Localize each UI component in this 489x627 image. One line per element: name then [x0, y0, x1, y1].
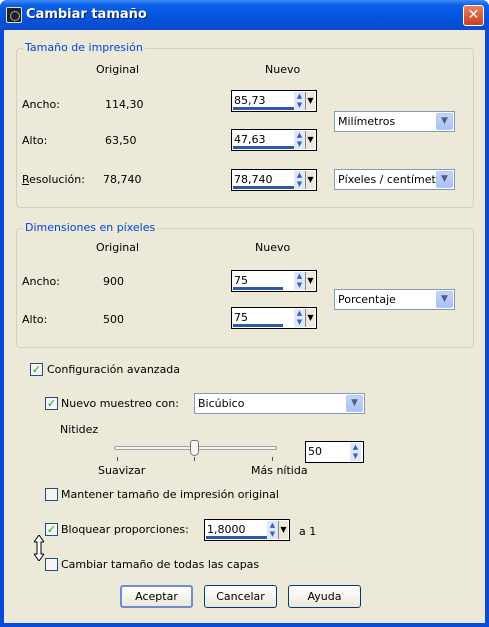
chevron-down-icon[interactable]: ▼ [436, 291, 453, 308]
resample-label[interactable]: Nuevo muestreo con: [61, 397, 179, 410]
resolution-label: Resolución: [22, 173, 85, 186]
print-width-spinner[interactable]: 85,73 ▲ ▼ ▼ [231, 90, 317, 112]
dropdown-arrow-icon[interactable]: ▼ [305, 272, 315, 290]
lock-ratio-checkbox[interactable]: ✓ [45, 523, 58, 536]
pixel-width-spinner[interactable]: 75 ▲ ▼ ▼ [231, 270, 317, 292]
sharpness-slider-thumb[interactable] [190, 440, 199, 456]
help-button[interactable]: Ayuda [288, 585, 361, 608]
lock-ratio-label[interactable]: Bloquear proporciones: [61, 523, 189, 536]
dropdown-arrow-icon[interactable]: ▼ [305, 309, 315, 327]
slider-max-label: Más nítida [251, 464, 308, 477]
pixel-width-label: Ancho: [22, 275, 60, 288]
ratio-spinner[interactable]: 1,8000 ▲ ▼ ▼ [204, 519, 290, 541]
spin-arrows-icon[interactable]: ▲ ▼ [294, 131, 305, 149]
resize-dialog: Cambiar tamaño ✕ Tamaño de impresión Ori… [0, 0, 489, 627]
ratio-suffix: a 1 [299, 525, 317, 538]
dialog-body: Tamaño de impresión Original Nuevo Ancho… [4, 30, 485, 623]
resample-checkbox[interactable]: ✓ [45, 397, 58, 410]
dropdown-arrow-icon[interactable]: ▼ [305, 92, 315, 110]
ratio-bar [206, 536, 268, 539]
ratio-value: 1,8000 [207, 523, 246, 536]
print-width-value: 85,73 [234, 94, 266, 107]
pixel-height-spinner[interactable]: 75 ▲ ▼ ▼ [231, 307, 317, 329]
resolution-label-text: esolución: [29, 173, 85, 186]
print-new-header: Nuevo [265, 63, 301, 76]
advanced-checkbox[interactable]: ✓ [30, 363, 43, 376]
resize-arrows-icon [34, 535, 44, 561]
resolution-bar [233, 186, 302, 189]
print-original-header: Original [96, 63, 140, 76]
pixel-height-bar [233, 324, 283, 327]
pixel-dimensions-group-label: Dimensiones en píxeles [23, 221, 158, 234]
resolution-units-value: Píxeles / centímetro [338, 173, 447, 186]
spin-arrows-icon[interactable]: ▲ ▼ [294, 309, 305, 327]
pixel-units-select[interactable]: Porcentaje ▼ [334, 289, 455, 310]
app-icon [6, 7, 22, 23]
print-units-select[interactable]: Milímetros ▼ [334, 111, 455, 132]
resolution-original: 78,740 [103, 173, 142, 186]
keep-print-size-label[interactable]: Mantener tamaño de impresión original [61, 488, 279, 501]
dropdown-arrow-icon[interactable]: ▼ [305, 131, 315, 149]
chevron-down-icon[interactable]: ▼ [346, 395, 363, 412]
print-size-group-label: Tamaño de impresión [23, 41, 145, 54]
cancel-button[interactable]: Cancelar [204, 585, 277, 608]
print-width-label: Ancho: [22, 98, 60, 111]
print-width-original: 114,30 [105, 98, 144, 111]
pixel-width-bar [233, 287, 283, 290]
title-bar[interactable]: Cambiar tamaño ✕ [0, 0, 489, 30]
keep-print-size-checkbox[interactable] [45, 488, 58, 501]
print-height-spinner[interactable]: 47,63 ▲ ▼ ▼ [231, 129, 317, 151]
ok-button[interactable]: Aceptar [120, 585, 193, 608]
spin-arrows-icon[interactable]: ▲ ▼ [267, 521, 278, 539]
print-width-bar [233, 107, 302, 110]
print-height-original: 63,50 [105, 134, 137, 147]
print-height-label: Alto: [22, 134, 48, 147]
print-height-bar [233, 146, 302, 149]
resample-method-select[interactable]: Bicúbico ▼ [194, 393, 365, 414]
slider-tick [194, 457, 195, 461]
spin-arrows-icon[interactable]: ▲ ▼ [294, 92, 305, 110]
close-button[interactable]: ✕ [463, 5, 484, 26]
resample-method-value: Bicúbico [198, 397, 245, 410]
print-units-value: Milímetros [338, 115, 396, 128]
sharpness-spinner[interactable]: 50 ▲ ▼ [305, 441, 364, 463]
slider-tick [272, 457, 273, 461]
spin-arrows-icon[interactable]: ▲ ▼ [294, 171, 305, 189]
spin-arrows-icon[interactable]: ▲ ▼ [294, 272, 305, 290]
dropdown-arrow-icon[interactable]: ▼ [278, 521, 288, 539]
pixel-height-label: Alto: [22, 313, 48, 326]
pixel-original-header: Original [96, 241, 140, 254]
dropdown-arrow-icon[interactable]: ▼ [305, 171, 315, 189]
pixel-units-value: Porcentaje [338, 293, 396, 306]
slider-min-label: Suavizar [98, 464, 146, 477]
all-layers-label[interactable]: Cambiar tamaño de todas las capas [61, 558, 259, 571]
pixel-height-original: 500 [103, 313, 124, 326]
chevron-down-icon[interactable]: ▼ [436, 113, 453, 130]
pixel-width-value: 75 [234, 274, 248, 287]
pixel-new-header: Nuevo [255, 241, 291, 254]
resolution-value: 78,740 [234, 173, 273, 186]
window-title: Cambiar tamaño [26, 7, 147, 22]
chevron-down-icon[interactable]: ▼ [436, 171, 453, 188]
pixel-height-value: 75 [234, 311, 248, 324]
resolution-units-select[interactable]: Píxeles / centímetro ▼ [334, 169, 455, 190]
advanced-label[interactable]: Configuración avanzada [47, 363, 180, 376]
resolution-spinner[interactable]: 78,740 ▲ ▼ ▼ [231, 169, 317, 191]
sharpness-label: Nitidez [60, 423, 99, 436]
sharpness-value: 50 [308, 445, 322, 458]
spin-arrows-icon[interactable]: ▲ ▼ [350, 443, 361, 461]
pixel-width-original: 900 [103, 275, 124, 288]
slider-tick [117, 457, 118, 461]
print-height-value: 47,63 [234, 133, 266, 146]
all-layers-checkbox[interactable] [45, 558, 58, 571]
